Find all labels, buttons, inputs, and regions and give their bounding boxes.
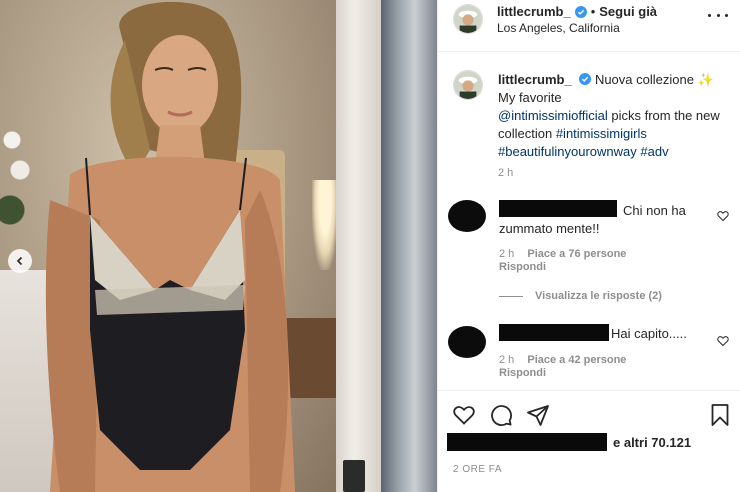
caption-username[interactable]: littlecrumb_ bbox=[498, 72, 572, 87]
commenter-avatar-redacted[interactable] bbox=[448, 326, 486, 358]
comment-meta: 2 h Piace a 76 persone bbox=[499, 248, 626, 260]
photo-orchid-plant bbox=[0, 120, 40, 270]
photo-candle-light bbox=[312, 180, 338, 270]
replies-divider-line bbox=[499, 295, 523, 297]
reply-button[interactable]: Rispondi bbox=[499, 367, 546, 379]
carousel-prev-button[interactable] bbox=[8, 249, 32, 273]
photo-door-lock bbox=[343, 460, 365, 492]
likes-count-text[interactable]: e altri 70.121 bbox=[613, 435, 691, 450]
view-replies-button[interactable]: Visualizza le risposte (2) bbox=[499, 290, 662, 302]
caption-body-start: Nuova collezione bbox=[594, 72, 694, 87]
redacted-liker-names bbox=[447, 433, 607, 451]
reply-button[interactable]: Rispondi bbox=[499, 261, 546, 273]
following-button[interactable]: Segui già bbox=[599, 4, 657, 19]
likes-summary[interactable]: e altri 70.121 bbox=[447, 433, 717, 453]
share-icon[interactable] bbox=[526, 403, 550, 427]
view-replies-label: Visualizza le risposte (2) bbox=[535, 290, 662, 302]
photo-door bbox=[336, 0, 381, 492]
avatar-image bbox=[454, 71, 482, 99]
post-photo[interactable] bbox=[0, 0, 437, 492]
mention-link[interactable]: @intimissimiofficial bbox=[498, 108, 608, 123]
comment-likes-count[interactable]: Piace a 42 persone bbox=[527, 354, 626, 366]
author-avatar[interactable] bbox=[453, 4, 483, 34]
instagram-post-view: littlecrumb_ • Segui già Los Angeles, Ca… bbox=[0, 0, 740, 492]
comment-text: Hai capito..... bbox=[611, 326, 687, 341]
comment-like-icon[interactable] bbox=[717, 210, 729, 222]
comment-timestamp[interactable]: 2 h bbox=[499, 248, 514, 260]
more-options-icon[interactable] bbox=[708, 8, 728, 22]
sparkle-emoji: ✨ bbox=[697, 72, 714, 87]
comment-like-icon[interactable] bbox=[717, 335, 729, 347]
comment-item: Chi non ha zummato mente!! 2 h Piace a 7… bbox=[448, 198, 733, 278]
bookmark-icon[interactable] bbox=[708, 403, 732, 427]
comment-item: Hai capito..... 2 h Piace a 42 persone R… bbox=[448, 324, 733, 384]
post-location[interactable]: Los Angeles, California bbox=[497, 21, 620, 35]
hashtag-link[interactable]: #intimissimigirls bbox=[556, 126, 647, 141]
avatar-image bbox=[454, 5, 482, 33]
comment-meta: 2 h Piace a 42 persone bbox=[499, 354, 626, 366]
chevron-left-icon bbox=[16, 256, 23, 266]
verified-badge-icon bbox=[579, 73, 592, 85]
comment-likes-count[interactable]: Piace a 76 persone bbox=[527, 248, 626, 260]
caption-text: littlecrumb_ Nuova collezione ✨ My favor… bbox=[498, 71, 728, 161]
hashtag-link[interactable]: #adv bbox=[640, 144, 668, 159]
header-user-line: littlecrumb_ • Segui già bbox=[497, 4, 657, 19]
heart-icon[interactable] bbox=[452, 403, 476, 427]
caption-timestamp[interactable]: 2 h bbox=[498, 167, 513, 179]
redacted-username bbox=[499, 324, 609, 341]
post-actions-section: e altri 70.121 2 ORE FA bbox=[438, 390, 740, 492]
comment-text: Chi non ha zummato mente!! bbox=[499, 203, 686, 236]
caption-avatar[interactable] bbox=[453, 70, 483, 100]
comment-timestamp[interactable]: 2 h bbox=[499, 354, 514, 366]
caption-line2: My favorite bbox=[498, 90, 562, 105]
post-timestamp[interactable]: 2 ORE FA bbox=[453, 464, 502, 475]
verified-badge-icon bbox=[574, 5, 587, 18]
commenter-avatar-redacted[interactable] bbox=[448, 200, 486, 232]
post-header: littlecrumb_ • Segui già Los Angeles, Ca… bbox=[438, 0, 740, 52]
post-side-panel: littlecrumb_ • Segui già Los Angeles, Ca… bbox=[437, 0, 740, 492]
author-username[interactable]: littlecrumb_ bbox=[497, 4, 571, 19]
photo-model-figure bbox=[45, 1, 295, 492]
photo-doorframe bbox=[381, 0, 437, 492]
comment-icon[interactable] bbox=[489, 403, 513, 427]
hashtag-link[interactable]: #beautifulinyourownway bbox=[498, 144, 637, 159]
header-separator: • bbox=[590, 4, 596, 19]
